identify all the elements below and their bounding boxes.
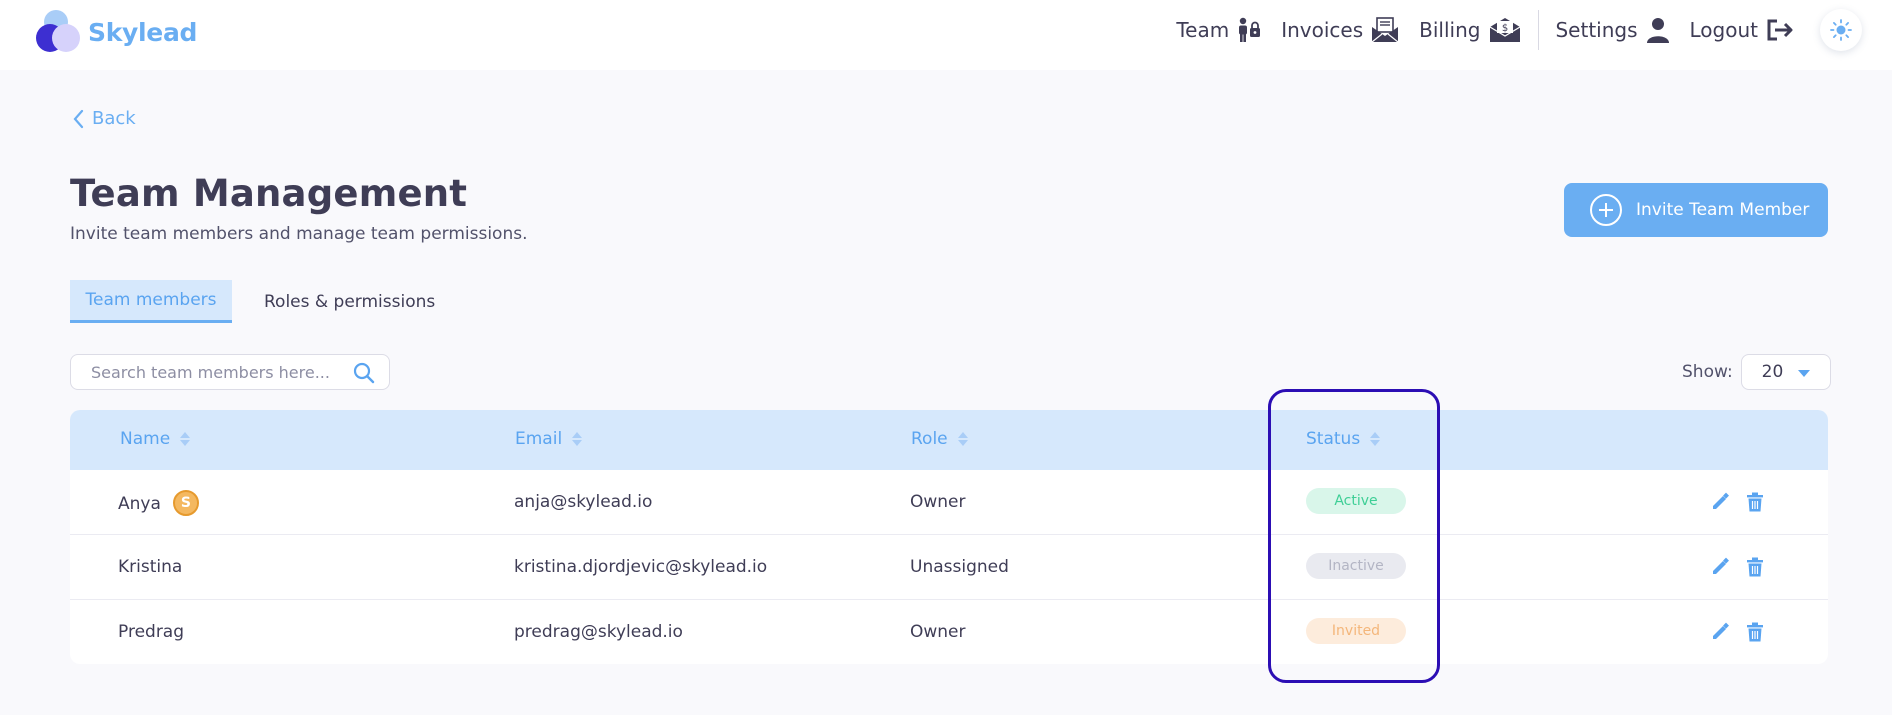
search-icon[interactable] bbox=[353, 362, 375, 384]
show-label: Show: bbox=[1682, 362, 1733, 382]
member-email: anja@skylead.io bbox=[514, 492, 653, 512]
nav-divider bbox=[1538, 10, 1540, 50]
row-actions bbox=[1710, 622, 1780, 642]
back-label: Back bbox=[92, 108, 136, 129]
search-box bbox=[70, 354, 390, 390]
svg-text:$: $ bbox=[1502, 23, 1508, 34]
member-email: predrag@skylead.io bbox=[514, 622, 683, 642]
member-email: kristina.djordjevic@skylead.io bbox=[514, 557, 768, 577]
nav-invoices-label: Invoices bbox=[1281, 18, 1364, 42]
sun-icon bbox=[1830, 19, 1852, 41]
team-lock-icon bbox=[1239, 17, 1261, 42]
member-name-cell: Predrag bbox=[118, 622, 184, 642]
column-header-email[interactable]: Email bbox=[515, 429, 583, 449]
member-role: Unassigned bbox=[910, 557, 1009, 577]
nav-billing[interactable]: Billing $ bbox=[1419, 17, 1522, 43]
plus-circle-icon bbox=[1590, 194, 1622, 226]
logout-icon bbox=[1767, 19, 1793, 41]
row-actions bbox=[1710, 557, 1780, 577]
skylead-logo[interactable]: Skylead bbox=[36, 10, 197, 54]
table-row: Kristina kristina.djordjevic@skylead.io … bbox=[70, 535, 1828, 600]
tab-roles-label: Roles & permissions bbox=[264, 291, 436, 312]
invite-button-label: Invite Team Member bbox=[1636, 200, 1810, 220]
edit-button[interactable] bbox=[1710, 492, 1730, 512]
search-input[interactable] bbox=[91, 362, 341, 382]
back-link[interactable]: Back bbox=[72, 108, 136, 129]
billing-envelope-icon: $ bbox=[1490, 18, 1521, 42]
chevron-left-icon bbox=[73, 109, 84, 128]
member-name: Anya bbox=[118, 494, 161, 514]
nav-logout-label: Logout bbox=[1689, 18, 1758, 42]
page-size-select[interactable]: 20 bbox=[1740, 354, 1831, 390]
status-cell: Invited bbox=[1306, 618, 1406, 644]
status-cell: Active bbox=[1306, 488, 1406, 514]
user-icon bbox=[1646, 18, 1669, 43]
trash-icon bbox=[1747, 492, 1763, 512]
sort-icon bbox=[1370, 432, 1381, 446]
pencil-icon bbox=[1713, 622, 1729, 639]
nav-settings-label: Settings bbox=[1555, 18, 1638, 42]
page-title: Team Management bbox=[70, 172, 468, 215]
pencil-icon bbox=[1713, 492, 1729, 509]
edit-button[interactable] bbox=[1710, 622, 1730, 642]
nav-team-label: Team bbox=[1176, 18, 1230, 42]
invite-team-member-button[interactable]: Invite Team Member bbox=[1564, 183, 1828, 237]
sort-icon bbox=[180, 432, 191, 446]
column-header-label: Name bbox=[120, 429, 171, 449]
column-header-label: Role bbox=[911, 429, 948, 449]
table-row: Predrag predrag@skylead.io Owner Invited bbox=[70, 600, 1828, 664]
status-badge: Inactive bbox=[1306, 553, 1406, 579]
column-header-label: Email bbox=[515, 429, 563, 449]
table-header: Name Email Role Status bbox=[70, 410, 1828, 470]
column-header-name[interactable]: Name bbox=[120, 429, 191, 449]
nav-settings[interactable]: Settings bbox=[1555, 17, 1669, 43]
page-subtitle: Invite team members and manage team perm… bbox=[70, 224, 528, 244]
top-bar: Skylead Team Invoices Billing $ Settings… bbox=[0, 0, 1892, 70]
column-header-status[interactable]: Status bbox=[1306, 429, 1381, 449]
tab-team-members-label: Team members bbox=[85, 290, 217, 310]
tab-roles-permissions[interactable]: Roles & permissions bbox=[264, 280, 435, 323]
tab-team-members[interactable]: Team members bbox=[70, 280, 232, 323]
column-header-label: Status bbox=[1306, 429, 1361, 449]
page-size-control: Show: 20 bbox=[1682, 354, 1831, 390]
delete-button[interactable] bbox=[1746, 557, 1764, 577]
sort-icon bbox=[957, 432, 968, 446]
status-badge: Invited bbox=[1306, 618, 1406, 644]
invoice-envelope-icon bbox=[1371, 17, 1399, 43]
page-size-value: 20 bbox=[1761, 362, 1784, 382]
chevron-down-icon bbox=[1797, 370, 1810, 377]
status-cell: Inactive bbox=[1306, 553, 1406, 579]
member-name-cell: Kristina bbox=[118, 557, 182, 577]
member-role: Owner bbox=[910, 492, 966, 512]
member-name: Predrag bbox=[118, 622, 185, 642]
status-badge: Active bbox=[1306, 488, 1406, 514]
nav-team[interactable]: Team bbox=[1176, 17, 1261, 43]
nav-billing-label: Billing bbox=[1419, 18, 1481, 42]
logo-mark-icon bbox=[36, 10, 84, 54]
owner-coin-icon: S bbox=[172, 490, 199, 516]
column-header-role[interactable]: Role bbox=[911, 429, 968, 449]
brand-name: Skylead bbox=[88, 17, 198, 47]
theme-toggle-button[interactable] bbox=[1820, 9, 1862, 51]
row-actions bbox=[1710, 492, 1780, 512]
top-nav: Team Invoices Billing $ Settings Logout bbox=[1156, 0, 1892, 60]
table-row: Anya S anja@skylead.io Owner Active bbox=[70, 470, 1828, 535]
delete-button[interactable] bbox=[1746, 492, 1764, 512]
member-role: Owner bbox=[910, 622, 966, 642]
member-name-cell: Anya S bbox=[118, 490, 199, 516]
sort-icon bbox=[572, 432, 583, 446]
delete-button[interactable] bbox=[1746, 622, 1764, 642]
pencil-icon bbox=[1713, 557, 1729, 574]
team-members-table: Name Email Role Status Anya S anja@skyle… bbox=[70, 410, 1828, 664]
edit-button[interactable] bbox=[1710, 557, 1730, 577]
member-name: Kristina bbox=[118, 557, 183, 577]
nav-logout[interactable]: Logout bbox=[1690, 18, 1794, 42]
trash-icon bbox=[1747, 622, 1763, 642]
nav-invoices[interactable]: Invoices bbox=[1281, 17, 1399, 43]
trash-icon bbox=[1747, 557, 1763, 577]
